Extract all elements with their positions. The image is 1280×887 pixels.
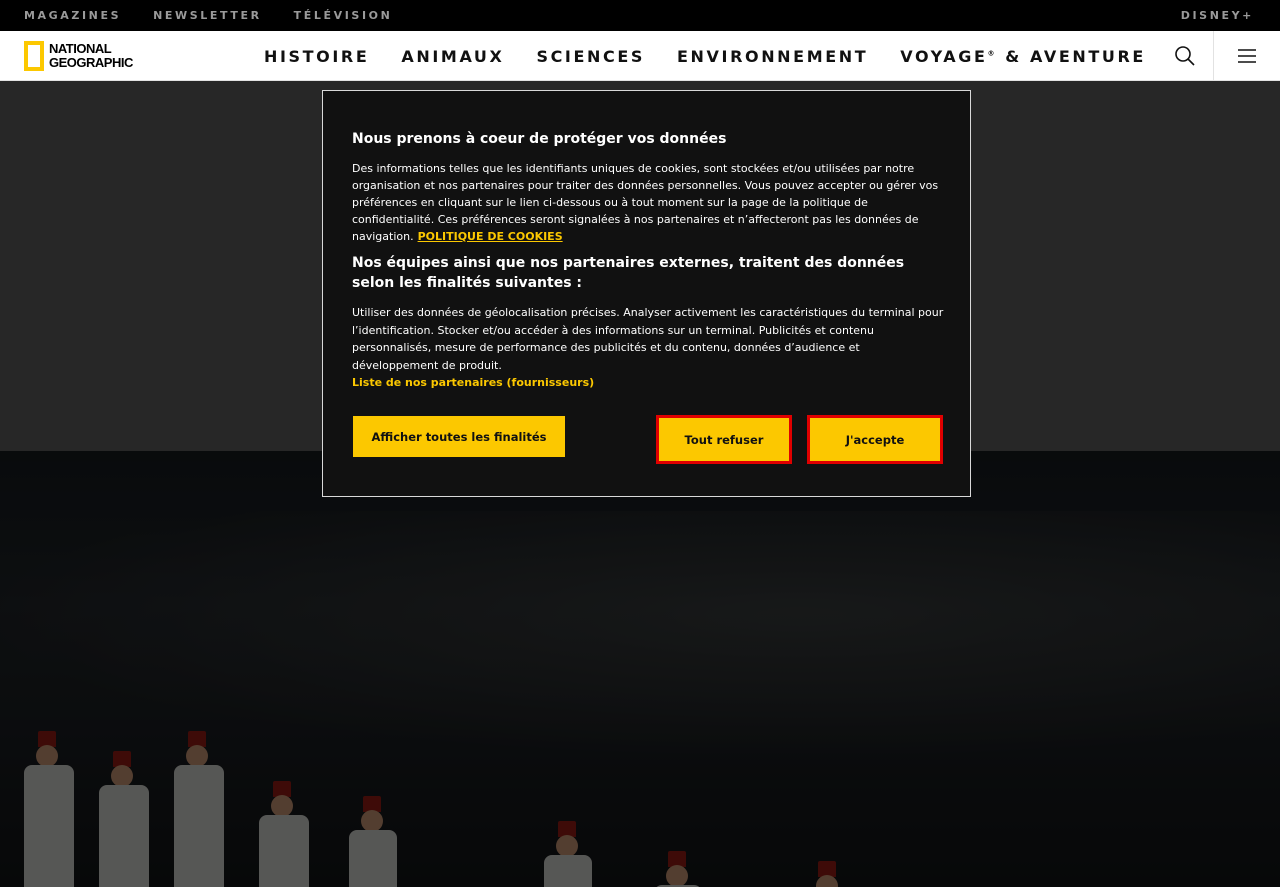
nav-divider xyxy=(1213,31,1214,81)
cookie-consent-dialog: Nous prenons à coeur de protéger vos don… xyxy=(322,90,971,497)
show-purposes-button[interactable]: Afficher toutes les finalités xyxy=(353,416,565,457)
nav-item-histoire[interactable]: HISTOIRE xyxy=(264,47,369,66)
accept-button[interactable]: J'accepte xyxy=(807,415,943,464)
logo-line-1: NATIONAL xyxy=(49,41,112,56)
television-link[interactable]: TÉLÉVISION xyxy=(294,9,393,22)
nav-item-environnement[interactable]: ENVIRONNEMENT xyxy=(677,47,868,66)
cookie-purposes: Utiliser des données de géolocalisation … xyxy=(352,306,944,372)
utility-bar: MAGAZINES NEWSLETTER TÉLÉVISION DISNEY+ xyxy=(0,0,1280,31)
nav-item-animaux[interactable]: ANIMAUX xyxy=(401,47,504,66)
reject-all-button[interactable]: Tout refuser xyxy=(656,415,792,464)
cookie-subtitle: Nos équipes ainsi que nos partenaires ex… xyxy=(352,255,905,291)
menu-button[interactable] xyxy=(1234,44,1260,68)
partners-list-link[interactable]: Liste de nos partenaires (fournisseurs) xyxy=(352,376,594,389)
newsletter-link[interactable]: NEWSLETTER xyxy=(153,9,262,22)
cookie-policy-link[interactable]: POLITIQUE DE COOKIES xyxy=(418,230,563,243)
cookie-description: Des informations telles que les identifi… xyxy=(352,160,944,245)
nav-item-voyage-aventure[interactable]: VOYAGE® & AVENTURE xyxy=(900,47,1146,66)
search-icon xyxy=(1175,46,1195,66)
logo-line-2: GEOGRAPHIC xyxy=(49,55,133,70)
utility-links: MAGAZINES NEWSLETTER TÉLÉVISION xyxy=(24,0,392,31)
hamburger-menu-icon xyxy=(1238,49,1256,63)
nav-aventure-label: & AVENTURE xyxy=(997,46,1146,66)
nav-item-sciences[interactable]: SCIENCES xyxy=(536,47,645,66)
nav-voyage-label: VOYAGE xyxy=(900,46,988,66)
magazines-link[interactable]: MAGAZINES xyxy=(24,9,121,22)
natgeo-logo[interactable]: NATIONAL GEOGRAPHIC xyxy=(24,41,133,71)
logo-wordmark: NATIONAL GEOGRAPHIC xyxy=(49,42,133,70)
cookie-title: Nous prenons à coeur de protéger vos don… xyxy=(352,131,727,147)
disney-plus-link[interactable]: DISNEY+ xyxy=(1181,0,1254,31)
main-nav: NATIONAL GEOGRAPHIC HISTOIRE ANIMAUX SCI… xyxy=(0,31,1280,81)
nav-items: HISTOIRE ANIMAUX SCIENCES ENVIRONNEMENT … xyxy=(264,31,1146,81)
registered-mark: ® xyxy=(987,49,998,58)
logo-yellow-frame-icon xyxy=(24,41,44,71)
search-button[interactable] xyxy=(1172,43,1198,69)
